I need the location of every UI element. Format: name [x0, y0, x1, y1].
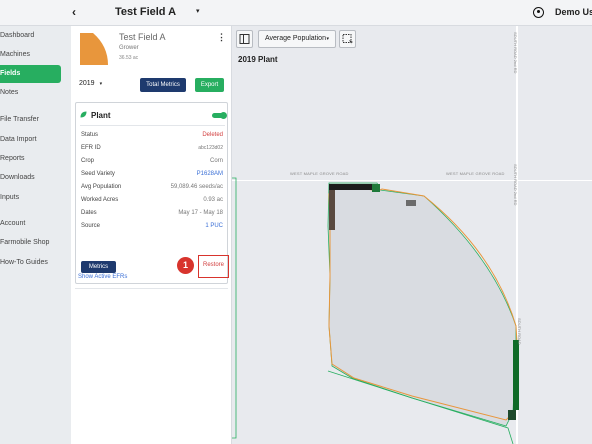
layer-visibility-toggle[interactable] — [212, 111, 227, 119]
row-value: May 17 - May 18 — [178, 210, 223, 216]
detail-row-worked-acres: Worked Acres 0.93 ac — [81, 197, 223, 207]
map-view[interactable]: Average Population ▾ 2019 Plant WEST MAP… — [232, 26, 592, 444]
sidebar-item-how-to-guides[interactable]: How-To Guides — [0, 254, 61, 272]
field-boundary — [327, 182, 517, 427]
planting-strip — [372, 184, 380, 192]
top-bar: ‹ Test Field A ▾ Demo User — [0, 0, 592, 26]
row-label: Source — [81, 223, 101, 229]
row-label: Dates — [81, 210, 97, 216]
row-value: 59,089.46 seeds/ac — [170, 184, 223, 190]
row-value: Corn — [209, 158, 223, 164]
road-label: WEST MAPLE GROVE ROAD — [446, 171, 505, 176]
efr-card-plant: Plant Status Deleted EFR ID abc123d02 Cr… — [75, 102, 229, 284]
back-chevron-icon[interactable]: ‹ — [72, 5, 76, 19]
detail-row-seed-variety: Seed Variety P1628AM — [81, 171, 223, 181]
layer-select[interactable]: Average Population ▾ — [258, 30, 336, 48]
sidebar-item-data-import[interactable]: Data Import — [0, 131, 61, 149]
detail-row-dates: Dates May 17 - May 18 — [81, 210, 223, 220]
total-metrics-button[interactable]: Total Metrics — [140, 78, 186, 92]
row-label: Seed Variety — [81, 171, 115, 177]
field-acres: 36.53 ac — [119, 55, 139, 61]
layer-select-caret-icon: ▾ — [326, 36, 329, 42]
planting-strip — [513, 340, 519, 410]
road-label: SOUTH ROAD 2nd RD — [513, 32, 518, 74]
layout-toggle-button[interactable] — [236, 30, 253, 48]
field-boundary-thumbnail — [80, 33, 108, 65]
map-canvas — [232, 26, 592, 444]
sidebar-item-file-transfer[interactable]: File Transfer — [0, 111, 61, 129]
row-value: 0.93 ac — [203, 197, 223, 203]
year-select[interactable]: 2019 ▾ — [79, 80, 102, 87]
map-toolbar: Average Population ▾ — [232, 26, 592, 52]
road-west-maple-grove — [232, 180, 592, 181]
row-label: Status — [81, 132, 99, 138]
year-value: 2019 — [79, 80, 95, 87]
show-active-efrs-link[interactable]: Show Active EFRs — [78, 274, 127, 280]
sidebar-item-machines[interactable]: Machines — [0, 46, 61, 64]
divider — [80, 125, 225, 126]
layer-select-value: Average Population — [265, 35, 326, 42]
sidebar-item-notes[interactable]: Notes — [0, 84, 61, 102]
leaf-icon — [80, 111, 87, 118]
layout-panel-icon — [239, 34, 250, 44]
sidebar-nav: Dashboard Machines Fields Notes File Tra… — [0, 26, 71, 444]
field-boundary-left — [232, 177, 237, 439]
planting-strip — [508, 410, 516, 420]
sidebar-item-account[interactable]: Account — [0, 215, 61, 233]
grower-name: Grower — [119, 45, 139, 51]
row-value: Deleted — [202, 132, 223, 138]
detail-row-status: Status Deleted — [81, 132, 223, 142]
map-layer-title: 2019 Plant — [238, 55, 278, 64]
user-name[interactable]: Demo User — [555, 7, 592, 17]
row-value: abc123d02 — [198, 145, 223, 151]
planting-strip — [329, 184, 379, 190]
restore-label: Restore — [202, 262, 224, 268]
sidebar-item-inputs[interactable]: Inputs — [0, 189, 61, 207]
restore-button[interactable]: Restore — [198, 255, 229, 278]
field-title[interactable]: Test Field A — [115, 6, 176, 18]
detail-row-avg-population: Avg Population 59,089.46 seeds/ac — [81, 184, 223, 194]
planting-strip — [329, 190, 335, 230]
sidebar-item-fields[interactable]: Fields — [0, 65, 61, 83]
draw-select-button[interactable] — [339, 30, 356, 48]
sidebar-item-downloads[interactable]: Downloads — [0, 169, 61, 187]
field-dropdown-caret-icon[interactable]: ▾ — [196, 7, 200, 15]
row-label: Avg Population — [81, 184, 122, 190]
planting-strip — [406, 200, 416, 206]
row-label: EFR ID — [81, 145, 101, 151]
export-button[interactable]: Export — [195, 78, 224, 92]
step-callout-badge: 1 — [177, 257, 194, 274]
more-options-icon[interactable]: ⋮ — [217, 32, 226, 43]
sidebar-item-farmobile-shop[interactable]: Farmobile Shop — [0, 234, 61, 252]
detail-row-efr-id: EFR ID abc123d02 — [81, 145, 223, 155]
field-detail-panel: Test Field A Grower 36.53 ac ⋮ 2019 ▾ Tot… — [71, 26, 232, 444]
sidebar-item-dashboard[interactable]: Dashboard — [0, 27, 61, 45]
divider — [75, 288, 228, 289]
row-label: Worked Acres — [81, 197, 119, 203]
detail-row-source: Source 1 PUC — [81, 223, 223, 233]
seed-variety-link[interactable]: P1628AM — [197, 171, 223, 177]
card-title: Plant — [91, 111, 111, 120]
sidebar-item-reports[interactable]: Reports — [0, 150, 61, 168]
selection-area-icon — [342, 34, 353, 45]
row-label: Crop — [81, 158, 95, 164]
source-link[interactable]: 1 PUC — [205, 223, 223, 229]
detail-row-crop: Crop Corn — [81, 158, 223, 168]
year-caret-icon: ▾ — [99, 81, 103, 87]
field-name: Test Field A — [119, 32, 166, 42]
road-label: SOUTH ROAD — [517, 318, 522, 345]
user-circle-icon[interactable] — [533, 7, 544, 18]
road-label: SOUTH ROAD 2nd RD — [513, 164, 518, 206]
road-label: WEST MAPLE GROVE ROAD — [290, 171, 349, 176]
metrics-button[interactable]: Metrics — [81, 261, 116, 273]
